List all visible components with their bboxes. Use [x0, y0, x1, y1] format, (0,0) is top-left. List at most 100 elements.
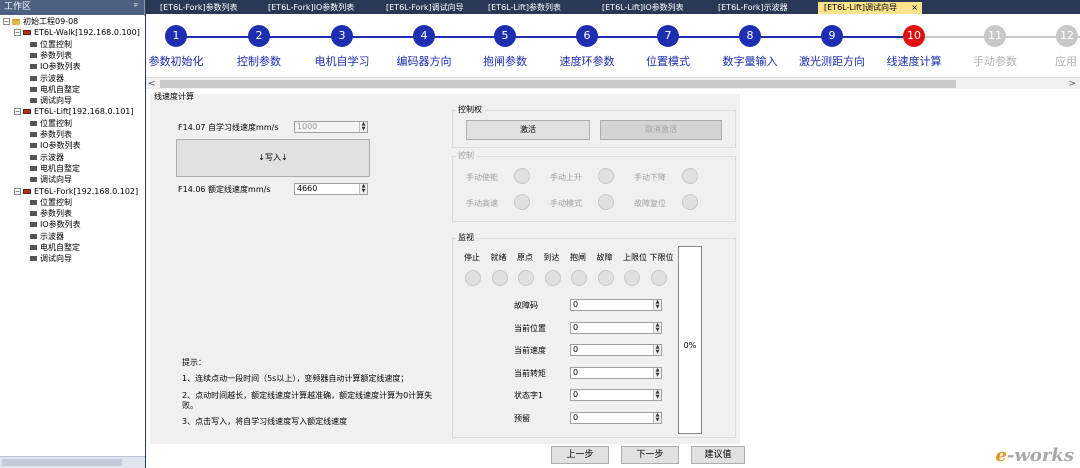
- step-label[interactable]: 速度环参数: [560, 53, 615, 69]
- monitor-value: 0: [573, 322, 579, 332]
- tree-item[interactable]: 位置控制: [30, 118, 72, 129]
- tree-item[interactable]: IO参数列表: [30, 61, 81, 72]
- scroll-right-icon[interactable]: >: [1068, 78, 1076, 90]
- step-number[interactable]: 3: [331, 25, 353, 47]
- tree-label: 位置控制: [40, 197, 72, 207]
- tree-item[interactable]: IO参数列表: [30, 219, 81, 230]
- step-label[interactable]: 激光测距方向: [799, 53, 865, 69]
- tree-item[interactable]: 位置控制: [30, 197, 72, 208]
- tree-label: 参数列表: [40, 130, 72, 139]
- steps-scrollbar[interactable]: < >: [146, 77, 1080, 89]
- step-number[interactable]: 11: [984, 25, 1006, 47]
- device-icon: [23, 109, 31, 115]
- tree-item[interactable]: 电机自整定: [30, 242, 80, 253]
- control-toggle[interactable]: [682, 168, 698, 184]
- step-number[interactable]: 12: [1056, 25, 1078, 47]
- collapse-icon[interactable]: −: [14, 108, 21, 116]
- tree-item[interactable]: 电机自整定: [30, 163, 80, 174]
- folder-icon: [12, 18, 20, 25]
- step-label[interactable]: 手动参数: [973, 53, 1017, 69]
- document-tab[interactable]: [ET6L-Fork]调试向导: [380, 2, 475, 14]
- document-tab[interactable]: [ET6L-Lift]IO参数列表: [596, 2, 704, 14]
- step-label[interactable]: 编码器方向: [397, 53, 452, 69]
- control-label: 故障复位: [634, 199, 666, 208]
- step-label[interactable]: 抱闸参数: [483, 53, 527, 69]
- document-tab[interactable]: [ET6L-Fork]参数列表: [154, 2, 254, 14]
- step-label[interactable]: 线速度计算: [887, 53, 942, 69]
- f1406-spinner-icon[interactable]: ▲ ▼: [359, 184, 367, 194]
- prev-step-button[interactable]: 上一步: [551, 446, 609, 464]
- node-icon: [30, 120, 37, 126]
- step-label[interactable]: 电机自学习: [315, 53, 370, 69]
- tip-1: 1、连续点动一段时间（5s以上），变频器自动计算额定线速度；: [182, 374, 409, 383]
- document-tab[interactable]: [ET6L-Lift]调试向导 ×: [818, 2, 922, 14]
- tree-item[interactable]: 示波器: [30, 152, 64, 163]
- step-number[interactable]: 9: [821, 25, 843, 47]
- tree-label: 示波器: [40, 231, 64, 241]
- tree-root[interactable]: − 初始工程09-08: [3, 16, 78, 27]
- write-button[interactable]: ↓写入↓: [176, 139, 370, 177]
- scroll-thumb[interactable]: [2, 459, 122, 466]
- activate-button[interactable]: 激活: [466, 120, 590, 140]
- step-label[interactable]: 参数初始化: [149, 53, 204, 69]
- tree-item[interactable]: 参数列表: [30, 50, 72, 61]
- control-toggle[interactable]: [598, 194, 614, 210]
- step-number[interactable]: 6: [576, 25, 598, 47]
- tree-item[interactable]: 电机自整定: [30, 84, 80, 95]
- tree-device[interactable]: − ET6L-Walk[192.168.0.100]: [14, 27, 140, 38]
- cancel-activate-button[interactable]: 取消激活: [600, 120, 722, 140]
- f1407-field: 1000 ▲ ▼: [294, 121, 368, 133]
- document-tab[interactable]: [ET6L-Lift]参数列表: [482, 2, 588, 14]
- pin-icon[interactable]: ᵖ: [134, 0, 138, 15]
- suggest-button[interactable]: 建议值: [691, 446, 745, 464]
- status-led: [624, 270, 640, 286]
- node-icon: [30, 245, 37, 250]
- monitor-value: 0: [573, 412, 579, 422]
- step-number[interactable]: 8: [739, 25, 761, 47]
- document-tab[interactable]: [ET6L-Fork]IO参数列表: [262, 2, 372, 14]
- tree-item[interactable]: 位置控制: [30, 39, 72, 50]
- step-label[interactable]: 控制参数: [237, 53, 281, 69]
- next-step-button[interactable]: 下一步: [621, 446, 679, 464]
- control-toggle[interactable]: [514, 194, 530, 210]
- tree-label: 位置控制: [40, 118, 72, 128]
- steps-scroll-thumb[interactable]: [160, 80, 956, 88]
- tree-item[interactable]: 调试向导: [30, 95, 72, 106]
- tree-label: 电机自整定: [40, 84, 80, 94]
- tree-item[interactable]: 调试向导: [30, 253, 72, 264]
- step-label[interactable]: 应用: [1055, 53, 1077, 69]
- tree-device[interactable]: − ET6L-Lift[192.168.0.101]: [14, 106, 134, 117]
- percent-bar: 0%: [678, 246, 702, 434]
- document-tab[interactable]: [ET6L-Fork]示波器: [712, 2, 810, 14]
- step-number[interactable]: 7: [657, 25, 679, 47]
- tree-device[interactable]: − ET6L-Fork[192.168.0.102]: [14, 186, 138, 197]
- step-number[interactable]: 10: [903, 25, 925, 47]
- step-number[interactable]: 4: [413, 25, 435, 47]
- step-label[interactable]: 数字量输入: [723, 53, 778, 69]
- tree-item[interactable]: 参数列表: [30, 208, 72, 219]
- step-number[interactable]: 1: [165, 25, 187, 47]
- node-icon: [30, 41, 37, 47]
- step-number[interactable]: 5: [494, 25, 516, 47]
- step-number[interactable]: 2: [248, 25, 270, 47]
- scroll-left-icon[interactable]: <: [148, 78, 156, 90]
- close-tab-icon[interactable]: ×: [911, 2, 918, 14]
- f1406-field[interactable]: 4660 ▲ ▼: [294, 183, 368, 195]
- workspace-scrollbar[interactable]: [0, 456, 145, 468]
- monitor-field-label: 当前速度: [514, 346, 546, 355]
- tree-item[interactable]: 示波器: [30, 73, 64, 84]
- control-toggle[interactable]: [598, 168, 614, 184]
- tree-item[interactable]: IO参数列表: [30, 140, 81, 151]
- tree-item[interactable]: 调试向导: [30, 174, 72, 185]
- control-toggle[interactable]: [682, 194, 698, 210]
- monitor-field: 0 ▲ ▼: [570, 321, 662, 334]
- monitor-value: 0: [573, 300, 579, 309]
- step-label[interactable]: 位置模式: [646, 53, 690, 69]
- control-toggle[interactable]: [514, 168, 530, 184]
- tree-item[interactable]: 参数列表: [30, 129, 72, 140]
- tree-label: 示波器: [40, 73, 64, 83]
- collapse-icon[interactable]: −: [14, 29, 21, 37]
- collapse-icon[interactable]: −: [3, 18, 10, 25]
- collapse-icon[interactable]: −: [14, 187, 21, 195]
- tree-item[interactable]: 示波器: [30, 231, 64, 242]
